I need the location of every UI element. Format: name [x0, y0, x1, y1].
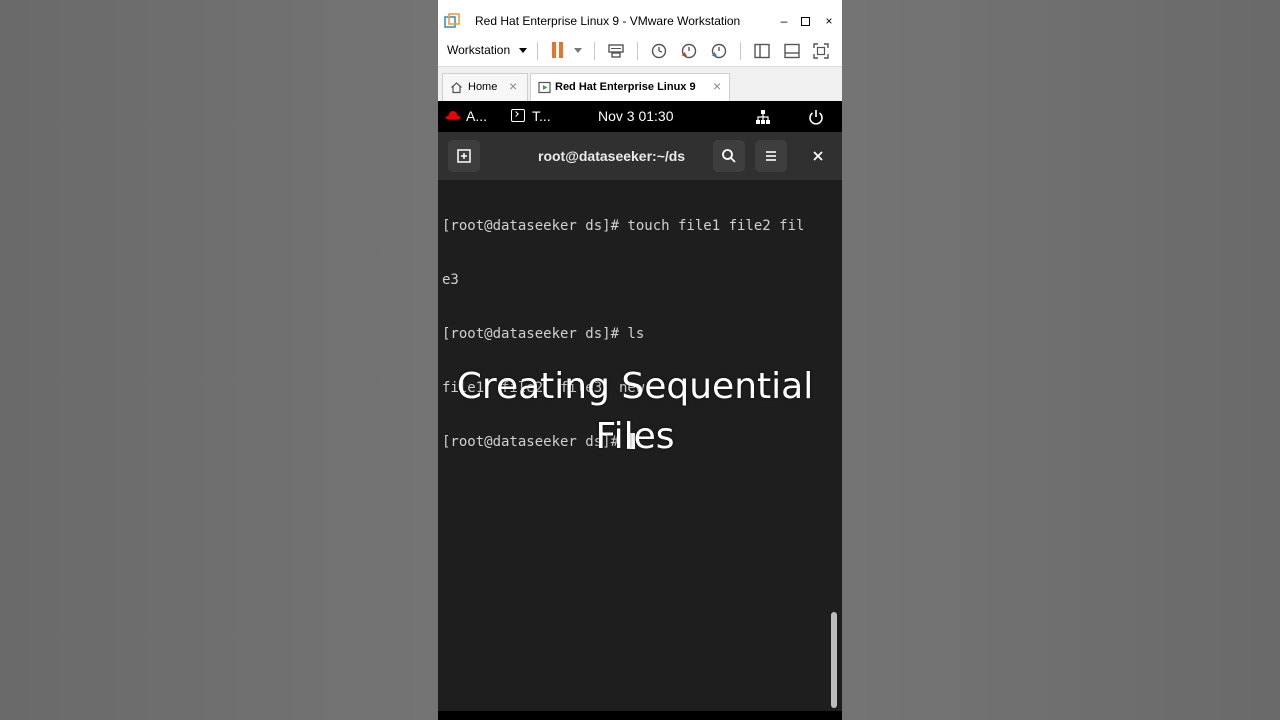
- terminal-line: [root@dataseeker ds]# ls: [442, 326, 645, 342]
- terminal-headerbar: root@dataseeker:~/ds: [438, 132, 842, 180]
- power-icon[interactable]: [808, 109, 824, 125]
- toolbar-divider: [637, 42, 638, 60]
- home-icon: [451, 82, 462, 94]
- search-button[interactable]: [713, 140, 745, 172]
- network-icon[interactable]: [755, 109, 771, 125]
- background-left: [0, 0, 438, 720]
- pause-icon[interactable]: [552, 42, 564, 58]
- toolbar-divider: [537, 42, 538, 60]
- send-ctrl-alt-del-icon[interactable]: [607, 42, 625, 60]
- tab-rhel9[interactable]: Red Hat Enterprise Linux 9 ×: [530, 73, 730, 101]
- terminal-icon: [511, 109, 525, 122]
- tab-home-label: Home: [468, 81, 498, 93]
- menu-button[interactable]: [755, 140, 787, 172]
- close-tab-icon[interactable]: ×: [509, 78, 517, 94]
- toolbar: Workstation: [438, 36, 842, 67]
- window-title: Red Hat Enterprise Linux 9 - VMware Work…: [475, 14, 741, 28]
- vm-running-icon: [538, 81, 551, 94]
- gnome-top-bar: A... T... Nov 3 01:30: [438, 101, 842, 132]
- workstation-menu[interactable]: Workstation: [447, 43, 510, 57]
- vmware-window: Red Hat Enterprise Linux 9 - VMware Work…: [438, 0, 842, 720]
- close-window-button[interactable]: ×: [817, 10, 841, 32]
- terminal-title: root@dataseeker:~/ds: [538, 148, 686, 164]
- bottom-strip: [438, 711, 842, 720]
- background-right: [842, 0, 1280, 720]
- chevron-down-icon[interactable]: [519, 48, 527, 53]
- close-icon: [813, 151, 823, 161]
- terminal-line: e3: [442, 272, 459, 288]
- thumbnail-bar-icon[interactable]: [783, 42, 801, 60]
- show-library-icon[interactable]: [753, 42, 771, 60]
- search-icon: [722, 149, 736, 163]
- new-tab-button[interactable]: [448, 140, 480, 172]
- snapshot-icon[interactable]: [650, 42, 668, 60]
- vmware-logo-icon: [444, 13, 460, 28]
- tab-home[interactable]: Home ×: [442, 73, 528, 101]
- terminal-line: [root@dataseeker ds]# touch file1 file2 …: [442, 218, 805, 234]
- app-menu-terminal[interactable]: T...: [532, 108, 551, 124]
- maximize-button[interactable]: [793, 10, 817, 32]
- snapshot-manager-icon[interactable]: [710, 42, 728, 60]
- toolbar-divider: [740, 42, 741, 60]
- maximize-icon: [800, 17, 810, 27]
- hamburger-menu-icon: [766, 151, 776, 161]
- title-bar: Red Hat Enterprise Linux 9 - VMware Work…: [438, 8, 842, 36]
- redhat-logo-icon: [445, 111, 461, 120]
- toolbar-divider: [594, 42, 595, 60]
- activities-button[interactable]: A...: [466, 108, 487, 124]
- close-terminal-button[interactable]: [802, 140, 834, 172]
- close-tab-icon[interactable]: ×: [713, 78, 721, 94]
- caption-line-2: Files: [595, 416, 675, 457]
- tab-bar: Home × Red Hat Enterprise Linux 9 ×: [438, 67, 842, 102]
- scrollbar-thumb[interactable]: [831, 612, 837, 708]
- caption-line-1: Creating Sequential: [456, 366, 814, 407]
- full-screen-icon[interactable]: [812, 42, 830, 60]
- power-menu-chevron-icon[interactable]: [574, 48, 582, 53]
- video-caption: Creating Sequential Files: [438, 362, 832, 462]
- new-tab-icon: [457, 149, 471, 163]
- tab-rhel9-label: Red Hat Enterprise Linux 9: [555, 81, 696, 93]
- clock[interactable]: Nov 3 01:30: [598, 108, 674, 124]
- revert-snapshot-icon[interactable]: [680, 42, 698, 60]
